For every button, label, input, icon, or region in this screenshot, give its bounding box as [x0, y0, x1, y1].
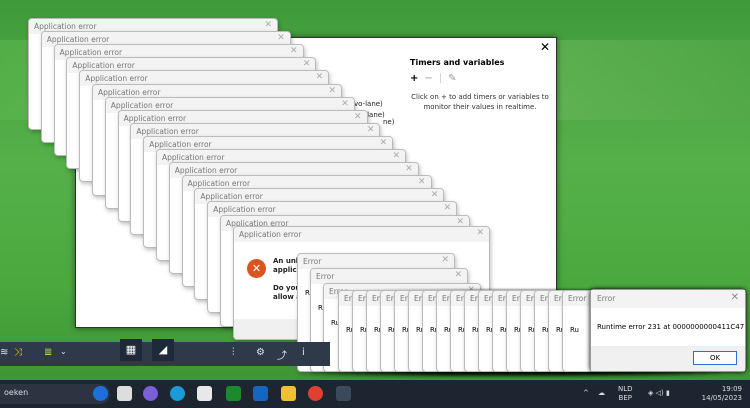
- app-icon[interactable]: [336, 386, 351, 401]
- dialog-title: Application error: [59, 48, 123, 58]
- edge-icon[interactable]: [170, 386, 185, 401]
- ok-button[interactable]: OK: [693, 351, 737, 365]
- store-icon[interactable]: [197, 386, 212, 401]
- clock[interactable]: 19:09 14/05/2023: [698, 385, 742, 403]
- close-icon[interactable]: ✕: [731, 292, 739, 303]
- close-icon[interactable]: ✕: [431, 190, 439, 200]
- dialog-title: Application error: [123, 113, 187, 123]
- error-message: Runtime error 231 at 0000000000411C47: [597, 323, 745, 331]
- bing-icon[interactable]: [93, 386, 108, 401]
- grid-button[interactable]: ▦: [120, 339, 142, 361]
- app-toolbar: ≋ ⤨ ≣ ⌄ ▦ ◢ ⫶ ⚙ ⤴ i: [0, 339, 330, 366]
- close-icon[interactable]: ✕: [405, 164, 413, 174]
- close-icon[interactable]: ✕: [303, 59, 311, 69]
- divider: |: [438, 73, 443, 84]
- lane-label: ne): [383, 118, 395, 126]
- chrome-icon[interactable]: [308, 386, 323, 401]
- close-icon[interactable]: ✕: [392, 151, 400, 161]
- close-icon[interactable]: ✕: [418, 177, 426, 187]
- outlook-icon[interactable]: [253, 386, 268, 401]
- close-icon[interactable]: ✕: [380, 138, 388, 148]
- task-view-icon[interactable]: [117, 386, 132, 401]
- wifi-volume-battery-icons[interactable]: ◈ ◁) ▮: [648, 389, 670, 398]
- edit-icon[interactable]: ✎: [448, 73, 456, 84]
- dialog-title: Application error: [162, 153, 225, 162]
- dialog-title: Error: [303, 257, 322, 266]
- teams-icon[interactable]: [143, 386, 158, 401]
- dialog-title: Application error: [46, 35, 110, 45]
- error-icon: ✕: [247, 259, 266, 278]
- dialog-title: Application error: [239, 230, 302, 239]
- taskbar: oeken ^ ☁ NLD BEP ◈ ◁) ▮ 19:09 14/05/2023: [0, 380, 750, 408]
- chevron-up-icon[interactable]: ^: [583, 389, 589, 398]
- lane-label: vo-lane): [354, 100, 383, 108]
- dialog-title: Application error: [72, 61, 135, 71]
- add-icon[interactable]: +: [410, 73, 418, 84]
- dialog-title: Error: [597, 294, 616, 303]
- close-icon[interactable]: ✕: [341, 99, 349, 109]
- timers-title: Timers and variables: [410, 58, 505, 67]
- dialog-title: Error: [316, 272, 335, 281]
- close-icon[interactable]: ✕: [264, 20, 272, 30]
- gear-icon[interactable]: ⚙: [256, 347, 265, 358]
- xbox-icon[interactable]: [226, 386, 241, 401]
- close-icon[interactable]: ✕: [316, 72, 324, 82]
- dialog-title: Application error: [136, 126, 199, 136]
- dialog-title: Error: [568, 294, 587, 303]
- dialog-title: Application error: [110, 100, 174, 110]
- close-icon[interactable]: ✕: [367, 125, 375, 135]
- remove-icon[interactable]: −: [424, 73, 432, 84]
- close-icon[interactable]: ✕: [454, 270, 462, 280]
- explorer-icon[interactable]: [281, 386, 296, 401]
- cloud-icon[interactable]: ☁: [598, 389, 605, 398]
- language-indicator[interactable]: NLD BEP: [618, 385, 633, 403]
- chart-button[interactable]: ◢: [152, 339, 174, 361]
- close-icon[interactable]: ✕: [277, 33, 285, 43]
- close-icon[interactable]: ✕: [540, 40, 550, 54]
- dialog-title: Application error: [174, 166, 238, 176]
- shuffle-icon[interactable]: ⤨: [14, 347, 22, 358]
- close-icon[interactable]: ✕: [328, 86, 336, 96]
- dialog-title: Application error: [34, 22, 97, 31]
- error-message: Ru: [570, 326, 579, 334]
- sliders-icon[interactable]: ⫶: [232, 347, 235, 358]
- layers-icon[interactable]: ≋: [0, 347, 8, 358]
- runtime-error-dialog[interactable]: Error ✕ Runtime error 231 at 000000000041…: [590, 289, 746, 372]
- timers-hint: Click on + to add timers or variables to…: [411, 93, 549, 111]
- dialog-title: Application error: [200, 192, 263, 202]
- dialog-title: Application error: [149, 139, 212, 149]
- close-icon[interactable]: ✕: [456, 217, 464, 227]
- list-icon[interactable]: ≣: [44, 347, 52, 358]
- close-icon[interactable]: ✕: [476, 228, 484, 238]
- timers-panel: Timers and variables + − | ✎ Click on + …: [410, 58, 550, 112]
- close-icon[interactable]: ✕: [444, 203, 452, 213]
- graph-icon[interactable]: ⤴: [277, 347, 287, 362]
- dialog-title: Application error: [187, 179, 251, 189]
- close-icon[interactable]: ✕: [354, 112, 362, 122]
- dialog-title: Application error: [213, 205, 276, 215]
- info-icon[interactable]: i: [302, 347, 305, 358]
- dialog-title: Application error: [85, 74, 148, 84]
- close-icon[interactable]: ✕: [290, 46, 298, 56]
- close-icon[interactable]: ✕: [441, 255, 449, 265]
- dialog-title: Application error: [98, 87, 161, 97]
- chevron-down-icon[interactable]: ⌄: [60, 347, 67, 356]
